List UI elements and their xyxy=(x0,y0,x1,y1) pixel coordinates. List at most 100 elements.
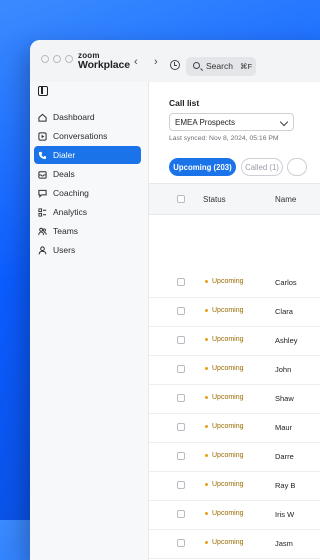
minimize-window-button[interactable] xyxy=(53,55,61,63)
history-icon[interactable] xyxy=(170,60,180,70)
status-dot-icon xyxy=(205,396,208,399)
row-checkbox[interactable] xyxy=(177,336,185,344)
table-row[interactable]: Upcoming Jasm xyxy=(149,529,320,559)
row-checkbox[interactable] xyxy=(177,307,185,315)
sidebar-item-conversations[interactable]: Conversations xyxy=(34,127,141,145)
status-badge: Upcoming xyxy=(205,336,244,343)
row-checkbox[interactable] xyxy=(177,423,185,431)
row-checkbox[interactable] xyxy=(177,481,185,489)
status-dot-icon xyxy=(205,483,208,486)
app-logo-product: Workplace xyxy=(78,59,131,71)
table-row[interactable]: Upcoming Ashley xyxy=(149,326,320,356)
table-row[interactable]: Upcoming Clara xyxy=(149,297,320,327)
table-row[interactable]: Upcoming Darre xyxy=(149,442,320,472)
user-icon xyxy=(38,245,47,255)
close-window-button[interactable] xyxy=(41,55,49,63)
table-row[interactable]: Upcoming Ray B xyxy=(149,471,320,501)
search-input[interactable]: Search ⌘F xyxy=(186,57,256,76)
status-badge: Upcoming xyxy=(205,278,244,285)
last-synced-text: Last synced: Nov 8, 2024, 05:16 PM xyxy=(169,135,279,142)
contact-name[interactable]: Ray B xyxy=(275,481,295,490)
inbox-icon xyxy=(38,170,47,179)
main-panel: Call list EMEA Prospects Last synced: No… xyxy=(149,82,320,560)
sidebar-item-label: Users xyxy=(53,245,76,255)
contact-name[interactable]: Darre xyxy=(275,452,294,461)
sidebar-item-label: Teams xyxy=(53,226,79,236)
contact-name[interactable]: Clara xyxy=(275,307,293,316)
status-dot-icon xyxy=(205,541,208,544)
row-checkbox[interactable] xyxy=(177,394,185,402)
sidebar-item-coaching[interactable]: Coaching xyxy=(34,184,141,202)
status-dot-icon xyxy=(205,454,208,457)
column-header-status[interactable]: Status xyxy=(203,195,226,204)
sidebar-item-label: Dashboard xyxy=(53,112,95,122)
chat-icon xyxy=(38,189,47,198)
select-all-checkbox[interactable] xyxy=(177,195,185,203)
status-badge: Upcoming xyxy=(205,481,244,488)
contact-name[interactable]: Iris W xyxy=(275,510,294,519)
sidebar-item-teams[interactable]: Teams xyxy=(34,222,141,240)
tab-upcoming[interactable]: Upcoming (203) xyxy=(169,158,236,176)
status-dot-icon xyxy=(205,425,208,428)
table-row[interactable]: Upcoming Maur xyxy=(149,413,320,443)
row-checkbox[interactable] xyxy=(177,452,185,460)
maximize-window-button[interactable] xyxy=(65,55,73,63)
search-placeholder: Search xyxy=(206,61,233,71)
phone-icon xyxy=(38,151,47,160)
status-dot-icon xyxy=(205,309,208,312)
people-icon xyxy=(38,227,47,236)
sidebar-item-deals[interactable]: Deals xyxy=(34,165,141,183)
sidebar-item-label: Dialer xyxy=(53,150,76,160)
sidebar-item-label: Conversations xyxy=(53,131,108,141)
tab-more[interactable] xyxy=(287,158,307,176)
status-badge: Upcoming xyxy=(205,307,244,314)
search-shortcut: ⌘F xyxy=(240,62,253,71)
chevron-down-icon xyxy=(279,117,289,127)
sidebar-item-label: Deals xyxy=(53,169,75,179)
contact-name[interactable]: Ashley xyxy=(275,336,298,345)
sidebar-item-dashboard[interactable]: Dashboard xyxy=(34,108,141,126)
row-checkbox[interactable] xyxy=(177,278,185,286)
table-row[interactable]: Upcoming Shaw xyxy=(149,384,320,414)
status-dot-icon xyxy=(205,512,208,515)
call-list-title: Call list xyxy=(169,98,200,108)
sidebar-item-users[interactable]: Users xyxy=(34,241,141,259)
analytics-icon xyxy=(38,207,47,217)
sidebar-item-label: Analytics xyxy=(53,207,88,217)
contact-name[interactable]: John xyxy=(275,365,291,374)
table-header: Status Name xyxy=(149,183,320,215)
status-badge: Upcoming xyxy=(205,365,244,372)
forward-button[interactable]: › xyxy=(154,56,158,68)
tab-called[interactable]: Called (1) xyxy=(241,158,283,176)
contact-name[interactable]: Maur xyxy=(275,423,292,432)
contact-name[interactable]: Shaw xyxy=(275,394,294,403)
call-list-select[interactable]: EMEA Prospects xyxy=(169,113,294,131)
status-badge: Upcoming xyxy=(205,394,244,401)
contact-name[interactable]: Jasm xyxy=(275,539,293,548)
status-dot-icon xyxy=(205,367,208,370)
status-dot-icon xyxy=(205,280,208,283)
status-badge: Upcoming xyxy=(205,452,244,459)
table-row[interactable]: Upcoming Carlos xyxy=(149,268,320,298)
sidebar-item-dialer[interactable]: Dialer xyxy=(34,146,141,164)
home-icon xyxy=(38,113,47,122)
row-checkbox[interactable] xyxy=(177,365,185,373)
sidebar-item-label: Coaching xyxy=(53,188,89,198)
sidebar-item-analytics[interactable]: Analytics xyxy=(34,203,141,221)
call-list-selected-value: EMEA Prospects xyxy=(175,118,236,127)
column-header-name[interactable]: Name xyxy=(275,195,296,204)
table-row[interactable]: Upcoming John xyxy=(149,355,320,385)
row-checkbox[interactable] xyxy=(177,510,185,518)
back-button[interactable]: ‹ xyxy=(134,56,138,68)
status-dot-icon xyxy=(205,338,208,341)
search-icon xyxy=(193,62,200,69)
sidebar-toggle-icon[interactable] xyxy=(38,86,48,96)
play-icon xyxy=(38,131,47,141)
title-bar: zoom Workplace ‹ › Search ⌘F xyxy=(30,40,320,83)
sidebar: Dashboard Conversations Dialer Deals Coa… xyxy=(30,82,149,560)
contact-name[interactable]: Carlos xyxy=(275,278,297,287)
table-row[interactable]: Upcoming Iris W xyxy=(149,500,320,530)
app-window: zoom Workplace ‹ › Search ⌘F Dashboard C… xyxy=(30,40,320,560)
status-badge: Upcoming xyxy=(205,510,244,517)
row-checkbox[interactable] xyxy=(177,539,185,547)
